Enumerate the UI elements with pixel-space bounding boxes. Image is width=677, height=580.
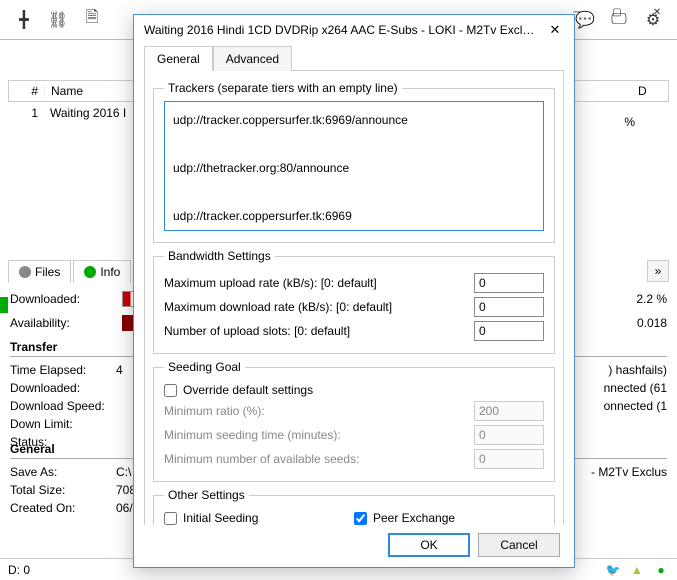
- min-seeds-input: [474, 449, 544, 469]
- min-ratio-input: [474, 401, 544, 421]
- col-d[interactable]: D: [638, 84, 668, 98]
- max-download-input[interactable]: [474, 297, 544, 317]
- android-icon[interactable]: ▲: [629, 562, 645, 578]
- twitter-icon[interactable]: 🐦: [605, 562, 621, 578]
- tab-options-button[interactable]: »: [647, 260, 669, 282]
- tab-files[interactable]: Files: [8, 260, 71, 283]
- other-settings-group: Other Settings Initial Seeding Enable DH…: [153, 488, 555, 525]
- trackers-textarea[interactable]: [164, 101, 544, 231]
- max-upload-input[interactable]: [474, 273, 544, 293]
- dialog-close-button[interactable]: ✕: [538, 17, 572, 43]
- trackers-legend: Trackers (separate tiers with an empty l…: [164, 81, 402, 95]
- availability-label: Availability:: [10, 316, 116, 330]
- tab-info[interactable]: Info: [73, 260, 131, 283]
- network-ok-icon[interactable]: ●: [653, 562, 669, 578]
- peer-exchange-checkbox[interactable]: [354, 512, 367, 525]
- downloaded-pct: 2.2 %: [630, 292, 667, 306]
- remote-icon[interactable]: 🖵: [603, 6, 635, 34]
- settings-gear-icon[interactable]: ⚙: [637, 6, 669, 34]
- initial-seeding-checkbox[interactable]: [164, 512, 177, 525]
- seeding-goal-group: Seeding Goal Override default settings M…: [153, 360, 555, 482]
- bandwidth-group: Bandwidth Settings Maximum upload rate (…: [153, 249, 555, 354]
- availability-value: 0.018: [631, 316, 667, 330]
- upload-slots-input[interactable]: [474, 321, 544, 341]
- min-seeding-time-input: [474, 425, 544, 445]
- torrent-properties-dialog: Waiting 2016 Hindi 1CD DVDRip x264 AAC E…: [133, 14, 575, 568]
- create-torrent-button[interactable]: 🗎: [76, 6, 108, 34]
- trackers-group: Trackers (separate tiers with an empty l…: [153, 81, 555, 243]
- add-link-button[interactable]: ⛓: [42, 6, 74, 34]
- status-left: D: 0: [8, 563, 30, 577]
- tab-general[interactable]: General: [144, 46, 213, 71]
- dialog-title: Waiting 2016 Hindi 1CD DVDRip x264 AAC E…: [144, 23, 538, 37]
- add-torrent-button[interactable]: ╋: [8, 6, 40, 34]
- override-defaults-checkbox[interactable]: [164, 384, 177, 397]
- downloaded-label: Downloaded:: [10, 292, 116, 306]
- active-indicator: [0, 297, 8, 313]
- other-legend: Other Settings: [164, 488, 249, 502]
- seeding-legend: Seeding Goal: [164, 360, 245, 374]
- cancel-button[interactable]: Cancel: [478, 533, 560, 557]
- ok-button[interactable]: OK: [388, 533, 470, 557]
- col-number[interactable]: #: [9, 84, 45, 98]
- row-percent: %: [624, 115, 635, 129]
- tab-advanced[interactable]: Advanced: [213, 46, 292, 71]
- bandwidth-legend: Bandwidth Settings: [164, 249, 275, 263]
